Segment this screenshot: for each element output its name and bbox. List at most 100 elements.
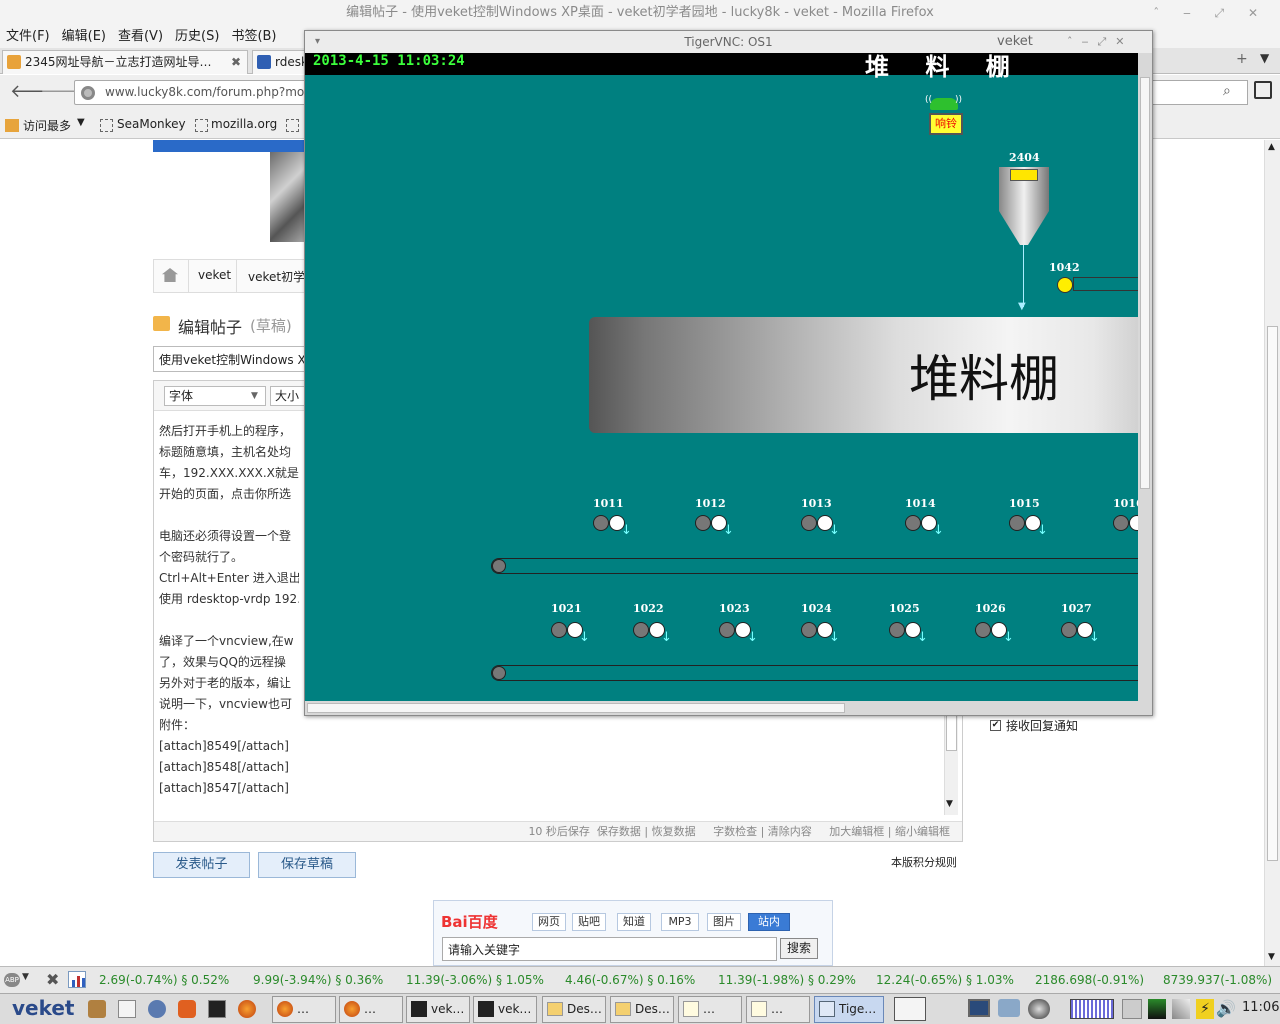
start-logo[interactable]: veket (12, 996, 75, 1020)
screenshot-icon[interactable] (998, 999, 1020, 1017)
ticker-item[interactable]: 9.99(-3.94%) § 0.36% (253, 973, 383, 987)
save-draft-button[interactable]: 保存草稿 (258, 852, 356, 878)
baidu-search-button[interactable]: 搜索 (780, 938, 818, 959)
motor-status-icon[interactable] (551, 622, 567, 638)
task-terminal[interactable]: vek… (473, 996, 537, 1023)
window-controls[interactable]: ˆ ‒ ⤢ ✕ (1153, 0, 1268, 26)
motor-status-icon[interactable] (695, 515, 711, 531)
scroll-thumb[interactable] (307, 703, 845, 713)
terminal-icon[interactable] (208, 1000, 226, 1018)
search-icon[interactable]: ⌕ (1223, 83, 1231, 99)
menu-bookmarks[interactable]: 书签(B) (225, 26, 282, 48)
site-identity-icon[interactable] (81, 86, 95, 100)
scroll-down-icon[interactable]: ▼ (946, 799, 953, 809)
tab-rdesktop[interactable]: rdesk (252, 50, 312, 74)
motor-status-icon[interactable] (1113, 515, 1129, 531)
motor-status-icon[interactable] (1009, 515, 1025, 531)
hammer-icon[interactable] (88, 1000, 106, 1018)
motor-status-icon[interactable] (719, 622, 735, 638)
notify-checkbox[interactable]: ✔ (990, 720, 1001, 731)
scroll-thumb[interactable] (1140, 77, 1150, 489)
settings-gear-icon[interactable] (148, 1000, 166, 1018)
task-editor[interactable]: … (678, 996, 742, 1023)
volume-icon[interactable]: 🔊 (1216, 999, 1236, 1018)
vnc-vscrollbar[interactable] (1138, 53, 1152, 701)
adblock-icon[interactable]: ABP (4, 973, 20, 987)
vnc-window-controls[interactable]: ˆ‒⤢✕ (1067, 31, 1134, 53)
new-tab-plus-icon[interactable]: + (1236, 51, 1248, 67)
scroll-down-icon[interactable]: ▼ (1268, 952, 1275, 962)
motor-status-icon[interactable] (633, 622, 649, 638)
monitor-icon[interactable] (968, 999, 990, 1017)
valve-indicator[interactable] (1057, 277, 1073, 293)
editor-status-bar[interactable]: 10 秒后保存 保存数据 | 恢复数据 字数检查 | 清除内容 加大编辑框 | … (154, 821, 962, 841)
editor-content[interactable]: 然后打开手机上的程序， 标题随意填，主机名处均 车，192.XXX.XXX.X就是开… (159, 421, 299, 799)
avatar[interactable] (270, 152, 306, 242)
disc-icon[interactable] (1028, 999, 1050, 1019)
task-firefox[interactable]: … (272, 996, 336, 1023)
baidu-tab-web[interactable]: 网页 (532, 913, 566, 931)
scroll-thumb[interactable] (946, 715, 957, 751)
baidu-tab-mp3[interactable]: MP3 (661, 913, 699, 931)
motor-status-icon[interactable] (975, 622, 991, 638)
menu-file[interactable]: 文件(F) (0, 26, 56, 48)
motor-status-icon[interactable] (889, 622, 905, 638)
motor-status-icon[interactable] (801, 515, 817, 531)
window-menu-chevron-icon[interactable]: ▾ (315, 31, 320, 53)
run-status-icon[interactable] (1129, 515, 1138, 531)
dropdown-chevron-icon[interactable]: ▼ (22, 972, 29, 982)
menu-history[interactable]: 历史(S) (169, 26, 225, 48)
ticker-item[interactable]: 2.69(-0.74%) § 0.52% (99, 973, 229, 987)
task-terminal[interactable]: vek… (406, 996, 470, 1023)
keyboard-icon[interactable] (1122, 999, 1142, 1019)
motor-status-icon[interactable] (801, 622, 817, 638)
page-scrollbar[interactable]: ▲ ▼ (1264, 140, 1280, 966)
submit-post-button[interactable]: 发表帖子 (153, 852, 250, 878)
file-manager-icon[interactable] (118, 1000, 136, 1018)
motor-status-icon[interactable] (905, 515, 921, 531)
clock[interactable]: 11:06 (1242, 1000, 1279, 1015)
power-icon[interactable]: ⚡ (1196, 999, 1214, 1019)
scroll-up-icon[interactable]: ▲ (1268, 142, 1275, 152)
tab-list-chevron-icon[interactable]: ▼ (1260, 51, 1269, 65)
vnc-hscrollbar[interactable] (305, 701, 1152, 715)
baidu-tab-tieba[interactable]: 贴吧 (572, 913, 606, 931)
close-tab-icon[interactable]: ✖ (231, 51, 241, 73)
ticker-item[interactable]: 12.24(-0.65%) § 1.03% (876, 973, 1014, 987)
home-icon[interactable] (162, 268, 178, 282)
bookmark-mozilla[interactable]: mozilla.org (211, 117, 277, 131)
show-desktop-icon[interactable] (894, 997, 926, 1021)
baidu-tab-image[interactable]: 图片 (707, 913, 741, 931)
task-desktop[interactable]: Des… (542, 996, 606, 1023)
task-editor[interactable]: … (746, 996, 810, 1023)
menu-edit[interactable]: 编辑(E) (56, 26, 112, 48)
scroll-thumb[interactable] (1267, 326, 1278, 861)
vnc-title-bar[interactable]: ▾ TigerVNC: OS1 veket ˆ‒⤢✕ (305, 31, 1152, 53)
chart-icon[interactable] (68, 971, 86, 988)
alarm-button[interactable]: 响铃 (929, 113, 963, 135)
motor-status-icon[interactable] (1061, 622, 1077, 638)
baidu-tab-site[interactable]: 站内 (748, 913, 790, 931)
baidu-search-input[interactable]: 请输入关键字 (442, 937, 777, 961)
bookmark-seamonkey[interactable]: SeaMonkey (117, 117, 186, 131)
task-tigervnc[interactable]: Tige… (814, 996, 884, 1023)
tab-2345[interactable]: 2345网址导航－立志打造网址导… ✖ (2, 50, 248, 74)
task-desktop[interactable]: Des… (610, 996, 674, 1023)
ticker-item[interactable]: 8739.937(-1.08%) (1163, 973, 1272, 987)
rules-link[interactable]: 本版积分规则 (891, 854, 957, 870)
dropdown-chevron-icon[interactable]: ▼ (77, 117, 85, 128)
home-icon[interactable] (1254, 81, 1272, 99)
motor-status-icon[interactable] (593, 515, 609, 531)
baidu-tab-zhidao[interactable]: 知道 (617, 913, 651, 931)
menu-view[interactable]: 查看(V) (112, 26, 169, 48)
breadcrumb-beginners[interactable]: veket初学 (248, 268, 305, 285)
ticker-item[interactable]: 2186.698(-0.91%) (1035, 973, 1144, 987)
firefox-icon[interactable] (238, 1000, 256, 1018)
ticker-item[interactable]: 11.39(-3.06%) § 1.05% (406, 973, 544, 987)
editor-scrollbar[interactable]: ▼ (944, 715, 958, 815)
network-icon[interactable] (1148, 999, 1166, 1019)
font-select[interactable]: 字体 ▼ (164, 386, 266, 406)
subject-input[interactable]: 使用veket控制Windows X (153, 346, 305, 372)
close-icon[interactable]: ✖ (46, 970, 59, 989)
tool-icon[interactable] (1172, 999, 1190, 1019)
